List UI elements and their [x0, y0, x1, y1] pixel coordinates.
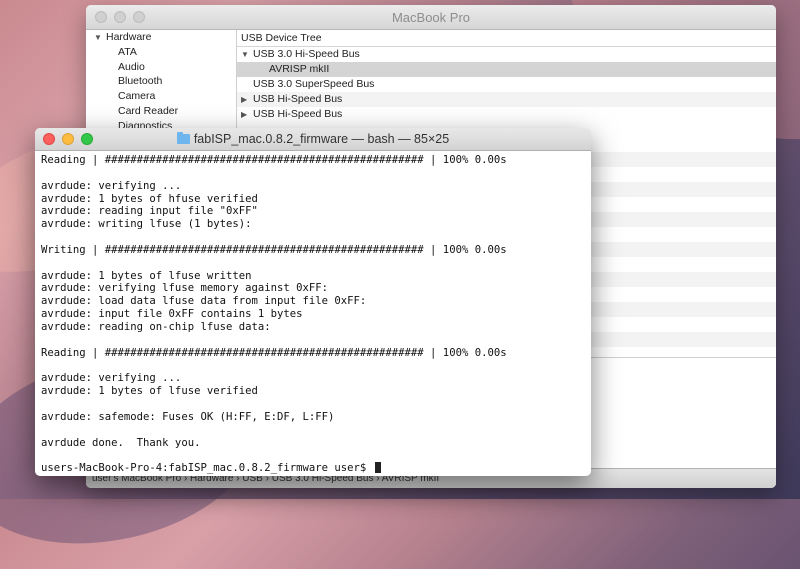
sidebar-item-audio[interactable]: Audio — [86, 60, 236, 75]
sidebar-item-bluetooth[interactable]: Bluetooth — [86, 74, 236, 89]
tree-row-usb-hi-speed-bus-1[interactable]: ▶ USB Hi-Speed Bus — [237, 92, 776, 107]
sidebar-item-ata[interactable]: ATA — [86, 45, 236, 60]
tree-row-label: USB Hi-Speed Bus — [253, 93, 343, 105]
tree-row-usb3-hi-speed-bus[interactable]: ▼ USB 3.0 Hi-Speed Bus — [237, 47, 776, 62]
terminal-title: fabISP_mac.0.8.2_firmware — bash — 85×25 — [35, 132, 591, 146]
terminal-line: avrdude: reading on-chip lfuse data: — [41, 320, 271, 333]
terminal-line: avrdude: verifying ... — [41, 372, 182, 385]
usb-device-tree-header: USB Device Tree — [237, 30, 776, 47]
tree-row-usb3-superspeed-bus[interactable]: USB 3.0 SuperSpeed Bus — [237, 77, 776, 92]
tree-row-avrisp-mkii[interactable]: AVRISP mkII — [237, 62, 776, 77]
system-info-titlebar[interactable]: MacBook Pro — [86, 5, 776, 30]
sidebar-group-label: Hardware — [106, 31, 152, 43]
terminal-line: avrdude: reading input file "0xFF" — [41, 205, 258, 218]
terminal-prompt-line[interactable]: users-MacBook-Pro-4:fabISP_mac.0.8.2_fir… — [41, 462, 587, 475]
terminal-line: avrdude: 1 bytes of lfuse verified — [41, 385, 258, 398]
terminal-line: avrdude: safemode: Fuses OK (H:FF, E:DF,… — [41, 410, 335, 423]
terminal-line: avrdude: load data lfuse data from input… — [41, 295, 367, 308]
tree-row-usb-hi-speed-bus-2[interactable]: ▶ USB Hi-Speed Bus — [237, 107, 776, 122]
sidebar-group-hardware[interactable]: ▼ Hardware — [86, 30, 236, 45]
tree-row-label: USB Hi-Speed Bus — [253, 108, 343, 120]
text-cursor — [374, 462, 381, 474]
terminal-window: fabISP_mac.0.8.2_firmware — bash — 85×25… — [35, 128, 591, 476]
disclosure-down-icon[interactable]: ▼ — [241, 47, 253, 62]
terminal-line: avrdude: verifying ... — [41, 179, 182, 192]
terminal-output[interactable]: Reading | ##############################… — [41, 154, 587, 474]
tree-row-label: AVRISP mkII — [269, 63, 330, 75]
terminal-line: avrdude: verifying lfuse memory against … — [41, 282, 329, 295]
sidebar-item-card-reader[interactable]: Card Reader — [86, 104, 236, 119]
disclosure-right-icon[interactable]: ▶ — [241, 92, 253, 107]
terminal-line: Reading | ##############################… — [41, 346, 507, 359]
tree-row-label: USB 3.0 Hi-Speed Bus — [253, 48, 360, 60]
window-title: MacBook Pro — [391, 10, 471, 25]
sidebar-item-camera[interactable]: Camera — [86, 89, 236, 104]
terminal-line: Reading | ##############################… — [41, 154, 507, 166]
disclosure-down-icon[interactable]: ▼ — [94, 31, 106, 46]
tree-row-label: USB 3.0 SuperSpeed Bus — [253, 78, 375, 90]
disclosure-right-icon[interactable]: ▶ — [241, 107, 253, 122]
terminal-titlebar[interactable]: fabISP_mac.0.8.2_firmware — bash — 85×25 — [35, 128, 591, 151]
terminal-line: avrdude: input file 0xFF contains 1 byte… — [41, 308, 303, 321]
terminal-line: avrdude: 1 bytes of lfuse written — [41, 269, 252, 282]
folder-icon — [176, 132, 190, 144]
terminal-line: avrdude: 1 bytes of hfuse verified — [41, 192, 258, 205]
shell-prompt: users-MacBook-Pro-4:fabISP_mac.0.8.2_fir… — [41, 462, 373, 475]
terminal-line: avrdude done. Thank you. — [41, 436, 201, 449]
terminal-title-text: fabISP_mac.0.8.2_firmware — bash — 85×25 — [193, 132, 450, 146]
terminal-line: Writing | ##############################… — [41, 243, 507, 256]
terminal-line: avrdude: writing lfuse (1 bytes): — [41, 218, 252, 231]
